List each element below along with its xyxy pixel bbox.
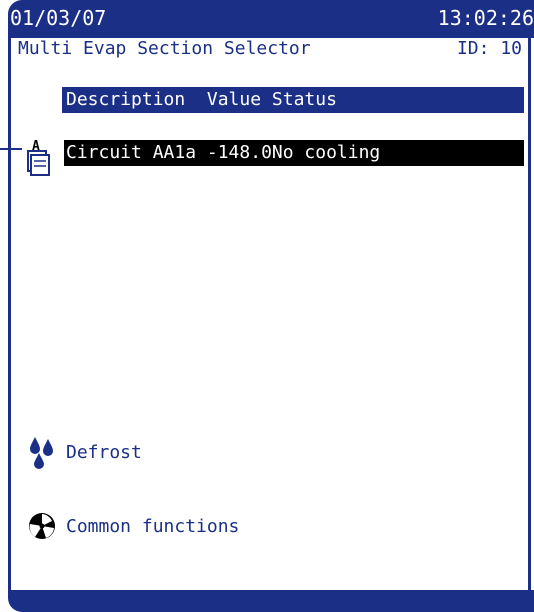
header-bar: 01/03/07 13:02:26 [8,0,534,38]
evap-section-selector-screen: 01/03/07 13:02:26 Multi Evap Section Sel… [0,0,534,612]
common-functions-label: Common functions [66,515,240,537]
table-column-header: Description Value Status [62,87,524,113]
left-frame-border [8,36,11,596]
fan-icon [22,506,62,546]
time-display: 13:02:26 [437,6,534,30]
row-pointer-line [0,148,22,150]
common-functions-button[interactable]: Common functions [22,506,239,546]
defrost-button[interactable]: Defrost [22,432,142,472]
defrost-label: Defrost [66,441,142,463]
page-title: Multi Evap Section Selector [18,38,311,59]
svg-text:A: A [32,139,40,154]
right-frame-border [528,36,531,596]
water-drops-icon [22,432,62,472]
footer-bar [8,590,534,612]
document-a-icon[interactable]: A [23,137,53,177]
date-display: 01/03/07 [10,6,107,30]
table-row[interactable]: Circuit AA1a -148.0No cooling [64,140,524,166]
screen-id: ID: 10 [456,38,522,59]
